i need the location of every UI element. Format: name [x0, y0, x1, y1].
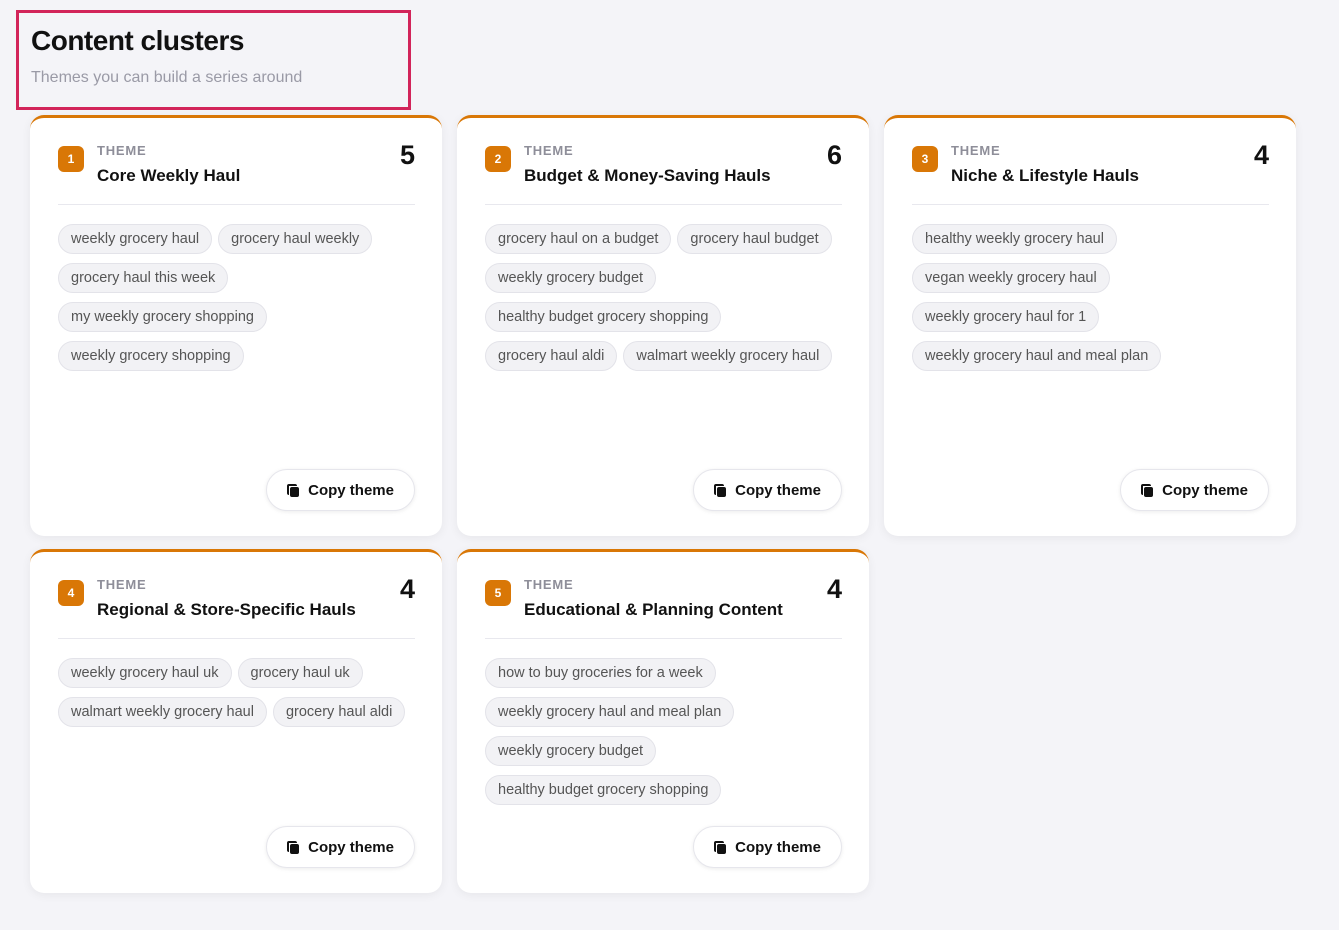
keyword-count: 4	[399, 574, 415, 604]
keyword-tag: weekly grocery budget	[485, 263, 657, 293]
keyword-tag: my weekly grocery shopping	[58, 302, 267, 332]
keyword-tag: walmart weekly grocery haul	[623, 341, 833, 371]
copy-theme-label: Copy theme	[735, 838, 821, 856]
keyword-tag: grocery haul this week	[58, 263, 229, 293]
theme-label: THEME	[97, 143, 147, 158]
theme-title: Regional & Store-Specific Hauls	[97, 600, 356, 619]
theme-title: Educational & Planning Content	[524, 600, 783, 619]
keyword-tag: grocery haul weekly	[218, 224, 373, 254]
keyword-tags: weekly grocery haul grocery haul weekly …	[58, 224, 415, 371]
keyword-tag: grocery haul uk	[237, 658, 363, 688]
keyword-tag: weekly grocery haul uk	[58, 658, 232, 688]
keyword-tags: weekly grocery haul uk grocery haul uk w…	[58, 658, 415, 727]
cluster-card-header: 4 THEME Regional & Store-Specific Hauls …	[58, 574, 415, 639]
keyword-count: 6	[826, 140, 842, 170]
copy-theme-label: Copy theme	[735, 481, 821, 499]
keyword-tag: weekly grocery shopping	[58, 341, 244, 371]
cluster-card: 2 THEME Budget & Money-Saving Hauls 6 gr…	[457, 115, 869, 536]
copy-theme-button[interactable]: Copy theme	[266, 469, 415, 511]
keyword-count: 5	[399, 140, 415, 170]
theme-label: THEME	[97, 577, 147, 592]
theme-title: Core Weekly Haul	[97, 166, 241, 185]
keyword-tags: how to buy groceries for a week weekly g…	[485, 658, 842, 805]
copy-icon	[714, 840, 727, 854]
cluster-number-badge: 1	[58, 146, 84, 172]
copy-theme-button[interactable]: Copy theme	[266, 826, 415, 868]
cluster-card-header: 5 THEME Educational & Planning Content 4	[485, 574, 842, 639]
page-subtitle: Themes you can build a series around	[31, 69, 303, 86]
cluster-number-badge: 4	[58, 580, 84, 606]
cluster-number-badge: 5	[485, 580, 511, 606]
copy-theme-button[interactable]: Copy theme	[693, 469, 842, 511]
copy-theme-button[interactable]: Copy theme	[693, 826, 842, 868]
keyword-tags: grocery haul on a budget grocery haul bu…	[485, 224, 842, 371]
keyword-tag: how to buy groceries for a week	[485, 658, 716, 688]
cluster-card: 1 THEME Core Weekly Haul 5 weekly grocer…	[30, 115, 442, 536]
keyword-tag: healthy weekly grocery haul	[912, 224, 1117, 254]
copy-theme-label: Copy theme	[308, 481, 394, 499]
keyword-tag: weekly grocery haul for 1	[912, 302, 1100, 332]
theme-title: Budget & Money-Saving Hauls	[524, 166, 771, 185]
cluster-card-header: 1 THEME Core Weekly Haul 5	[58, 140, 415, 205]
cluster-card: 4 THEME Regional & Store-Specific Hauls …	[30, 549, 442, 893]
keyword-tag: healthy budget grocery shopping	[485, 775, 722, 805]
copy-icon	[287, 840, 300, 854]
theme-label: THEME	[951, 143, 1001, 158]
page-title: Content clusters	[31, 25, 244, 56]
keyword-count: 4	[1253, 140, 1269, 170]
theme-label: THEME	[524, 577, 574, 592]
copy-icon	[714, 483, 727, 497]
cluster-grid: 1 THEME Core Weekly Haul 5 weekly grocer…	[30, 115, 1297, 893]
keyword-tag: grocery haul on a budget	[485, 224, 672, 254]
cluster-number-badge: 3	[912, 146, 938, 172]
copy-theme-label: Copy theme	[1162, 481, 1248, 499]
theme-title: Niche & Lifestyle Hauls	[951, 166, 1140, 185]
keyword-tag: weekly grocery haul and meal plan	[485, 697, 735, 727]
keyword-tags: healthy weekly grocery haul vegan weekly…	[912, 224, 1269, 371]
keyword-tag: healthy budget grocery shopping	[485, 302, 722, 332]
copy-icon	[287, 483, 300, 497]
cluster-card-header: 3 THEME Niche & Lifestyle Hauls 4	[912, 140, 1269, 205]
cluster-card: 3 THEME Niche & Lifestyle Hauls 4 health…	[884, 115, 1296, 536]
keyword-tag: weekly grocery haul	[58, 224, 213, 254]
copy-theme-label: Copy theme	[308, 838, 394, 856]
cluster-card: 5 THEME Educational & Planning Content 4…	[457, 549, 869, 893]
copy-icon	[1141, 483, 1154, 497]
keyword-tag: grocery haul aldi	[485, 341, 618, 371]
keyword-tag: weekly grocery budget	[485, 736, 657, 766]
keyword-count: 4	[826, 574, 842, 604]
theme-label: THEME	[524, 143, 574, 158]
keyword-tag: weekly grocery haul and meal plan	[912, 341, 1162, 371]
keyword-tag: walmart weekly grocery haul	[58, 697, 267, 727]
section-header: Content clusters Themes you can build a …	[16, 10, 411, 110]
keyword-tag: grocery haul aldi	[272, 697, 406, 727]
cluster-number-badge: 2	[485, 146, 511, 172]
cluster-card-header: 2 THEME Budget & Money-Saving Hauls 6	[485, 140, 842, 205]
keyword-tag: grocery haul budget	[677, 224, 832, 254]
keyword-tag: vegan weekly grocery haul	[912, 263, 1110, 293]
copy-theme-button[interactable]: Copy theme	[1120, 469, 1269, 511]
